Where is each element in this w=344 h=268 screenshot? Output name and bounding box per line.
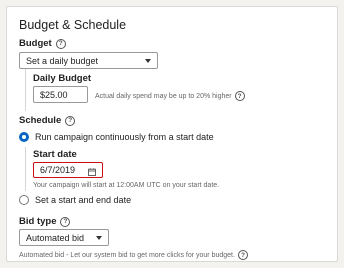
radio-start-end[interactable] — [19, 195, 29, 205]
start-date-label: Start date — [33, 149, 77, 160]
budget-label-row: Budget ? — [19, 38, 66, 49]
schedule-indent-line — [25, 147, 26, 191]
chevron-down-icon — [145, 58, 151, 63]
budget-label: Budget — [19, 38, 52, 49]
radio-start-end-label[interactable]: Set a start and end date — [35, 195, 131, 205]
radio-continuous[interactable] — [19, 132, 29, 142]
bid-hint-row: Automated bid - Let our system bid to ge… — [19, 250, 248, 260]
start-date-value: 6/7/2019 — [40, 165, 76, 175]
help-icon[interactable]: ? — [234, 91, 245, 101]
help-icon[interactable]: ? — [55, 38, 66, 49]
daily-budget-hint-row: Actual daily spend may be up to 20% high… — [95, 91, 245, 101]
help-icon[interactable]: ? — [60, 216, 71, 227]
budget-indent-line — [25, 69, 26, 111]
bid-type-select[interactable]: Automated bid — [19, 229, 109, 246]
daily-budget-label: Daily Budget — [33, 73, 92, 84]
budget-type-select[interactable]: Set a daily budget — [19, 52, 158, 69]
budget-type-value: Set a daily budget — [26, 55, 99, 66]
bid-type-value: Automated bid — [26, 232, 85, 243]
schedule-label: Schedule — [19, 115, 62, 126]
help-icon[interactable]: ? — [237, 250, 248, 260]
start-date-hint: Your campaign will start at 12:00AM UTC … — [33, 182, 220, 189]
daily-budget-hint: Actual daily spend may be up to 20% high… — [95, 92, 232, 100]
help-icon[interactable]: ? — [65, 115, 76, 126]
daily-budget-input[interactable]: $25.00 — [33, 86, 88, 103]
start-date-input[interactable]: 6/7/2019 — [33, 162, 103, 178]
section-title: Budget & Schedule — [19, 18, 127, 32]
budget-schedule-card: Budget & Schedule Budget ? Set a daily b… — [6, 6, 338, 262]
schedule-label-row: Schedule ? — [19, 115, 76, 126]
bid-hint: Automated bid - Let our system bid to ge… — [19, 251, 235, 259]
chevron-down-icon — [96, 235, 102, 240]
bid-type-label-row: Bid type ? — [19, 216, 71, 227]
radio-continuous-label[interactable]: Run campaign continuously from a start d… — [35, 132, 214, 142]
bid-type-label: Bid type — [19, 216, 57, 227]
calendar-icon[interactable] — [88, 168, 96, 176]
